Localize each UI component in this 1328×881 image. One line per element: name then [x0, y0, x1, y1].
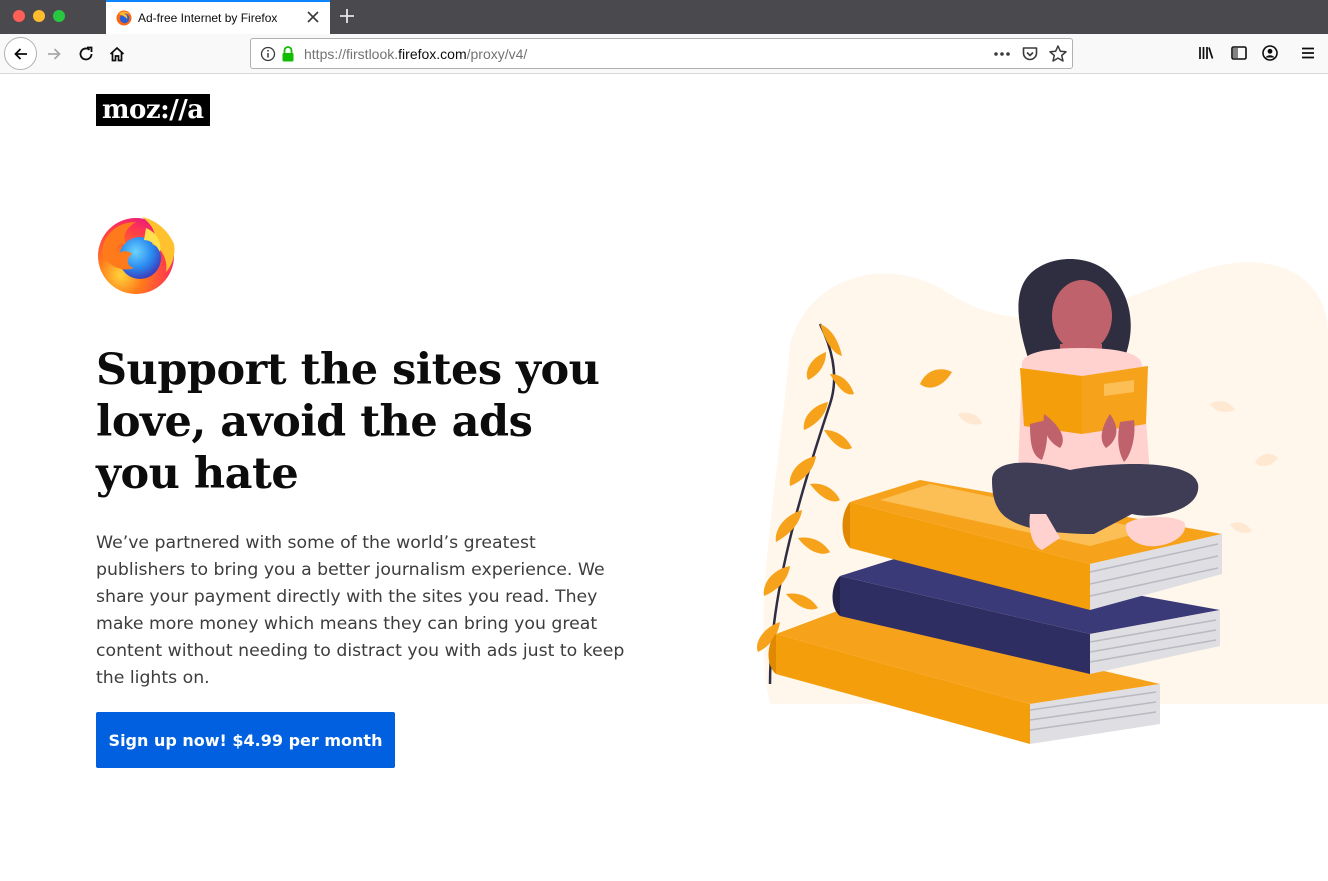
- close-tab-icon[interactable]: [304, 8, 322, 26]
- pocket-icon[interactable]: [1021, 45, 1039, 63]
- sign-up-button[interactable]: Sign up now! $4.99 per month: [96, 712, 395, 768]
- sidebar-button[interactable]: [1228, 42, 1250, 64]
- reload-icon: [79, 46, 93, 61]
- url-text[interactable]: https://firstlook.firefox.com/proxy/v4/: [304, 46, 527, 62]
- firefox-logo-icon: [98, 217, 175, 294]
- navigation-toolbar: https://firstlook.firefox.com/proxy/v4/: [0, 34, 1328, 74]
- firefox-favicon-icon: [116, 10, 132, 26]
- info-icon[interactable]: [260, 46, 276, 62]
- tab-strip: Ad-free Internet by Firefox: [0, 0, 1328, 34]
- mozilla-logo[interactable]: moz://a: [96, 94, 210, 126]
- menu-button[interactable]: [1297, 42, 1319, 64]
- headline: Support the sites you love, avoid the ad…: [96, 345, 600, 499]
- tab-title: Ad-free Internet by Firefox: [138, 11, 278, 25]
- window-minimize-button[interactable]: [33, 10, 45, 22]
- url-path: /proxy/v4/: [466, 46, 528, 62]
- url-prefix: https://firstlook.: [304, 46, 399, 62]
- forward-button[interactable]: [42, 42, 66, 66]
- home-icon: [109, 46, 125, 62]
- body-copy: We’ve partnered with some of the world’s…: [96, 533, 625, 688]
- home-button[interactable]: [105, 42, 129, 66]
- library-icon: [1199, 47, 1214, 59]
- window-close-button[interactable]: [13, 10, 25, 22]
- window-maximize-button[interactable]: [53, 10, 65, 22]
- menu-icon: [1302, 47, 1314, 59]
- new-tab-icon[interactable]: [337, 6, 357, 26]
- more-icon[interactable]: [991, 45, 1013, 63]
- library-button[interactable]: [1195, 42, 1217, 64]
- back-button[interactable]: [4, 37, 37, 70]
- reload-button[interactable]: [74, 42, 98, 66]
- reading-illustration: [756, 259, 1328, 744]
- active-tab[interactable]: Ad-free Internet by Firefox: [106, 0, 330, 34]
- back-arrow-icon: [13, 47, 27, 60]
- page-content: moz://a Support the sites you love, avoi…: [0, 74, 1328, 881]
- account-button[interactable]: [1259, 42, 1281, 64]
- url-domain: firefox.com: [398, 46, 467, 62]
- forward-arrow-icon: [48, 48, 61, 60]
- url-bar[interactable]: https://firstlook.firefox.com/proxy/v4/: [250, 38, 1073, 69]
- account-icon: [1262, 45, 1278, 61]
- star-icon[interactable]: [1048, 44, 1068, 64]
- lock-icon[interactable]: [280, 45, 296, 63]
- sidebar-icon: [1231, 46, 1247, 60]
